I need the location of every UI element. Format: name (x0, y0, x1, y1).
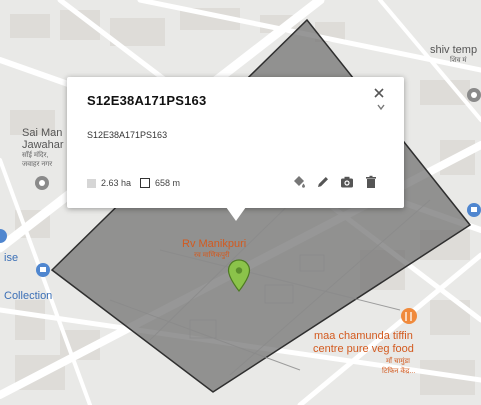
perimeter-value: 658 m (155, 178, 181, 188)
popup-title: S12E38A171PS163 (87, 93, 207, 108)
poi-label-partial: ise (4, 252, 19, 264)
poi-label-shiv-temple: shiv temp (430, 44, 478, 56)
place-label-rv-manikpuri-hindi: रव माणिकपुरी (194, 252, 230, 259)
paint-bucket-icon[interactable] (292, 175, 306, 189)
poi-label-jawahar: Jawahar (22, 139, 64, 151)
area-icon (87, 178, 96, 188)
poi-label-tiffin-line1: maa chamunda tiffin (314, 330, 413, 342)
area-value: 2.63 ha (101, 178, 132, 188)
poi-label-shiv-temple-hindi: शिव मं (450, 57, 467, 64)
poi-marker-shop-blue-left (36, 263, 50, 277)
location-pin-icon[interactable] (227, 259, 251, 293)
chevron-down-icon[interactable] (376, 102, 386, 112)
camera-icon[interactable] (340, 175, 354, 189)
poi-marker-shop-blue-right (467, 203, 481, 217)
place-label-rv-manikpuri: Rv Manikpuri (182, 238, 247, 250)
popup-measurements: 2.63 ha 658 m (87, 178, 180, 188)
popup-toolbar (292, 175, 378, 189)
poi-label-collection: Collection (4, 290, 53, 302)
trash-icon[interactable] (364, 175, 378, 189)
poi-marker-temple-left (35, 176, 49, 190)
poi-label-sai-mandir: Sai Man (22, 127, 63, 139)
info-popup: S12E38A171PS163 S12E38A171PS163 2.63 ha … (67, 77, 404, 208)
poi-label-tiffin-line2: centre pure veg food (313, 343, 414, 355)
poi-label-jawahar-hindi: जवाहर नगर (22, 161, 53, 168)
poi-marker-temple-right (467, 88, 481, 102)
close-icon[interactable] (372, 86, 386, 100)
poi-marker-restaurant (401, 308, 417, 324)
popup-description: S12E38A171PS163 (87, 130, 168, 140)
poi-label-sai-mandir-hindi: साँई मंदिर, (22, 152, 49, 159)
map-view[interactable]: shiv temp शिव मं Sai Man Jawahar साँई मं… (0, 0, 481, 405)
popup-tail (226, 207, 246, 221)
perimeter-icon (140, 178, 151, 188)
poi-label-tiffin-hindi-2: टिफिन केंद्र... (382, 368, 416, 375)
poi-label-tiffin-hindi-1: माँ चामुंडा (386, 358, 410, 365)
pencil-icon[interactable] (316, 175, 330, 189)
